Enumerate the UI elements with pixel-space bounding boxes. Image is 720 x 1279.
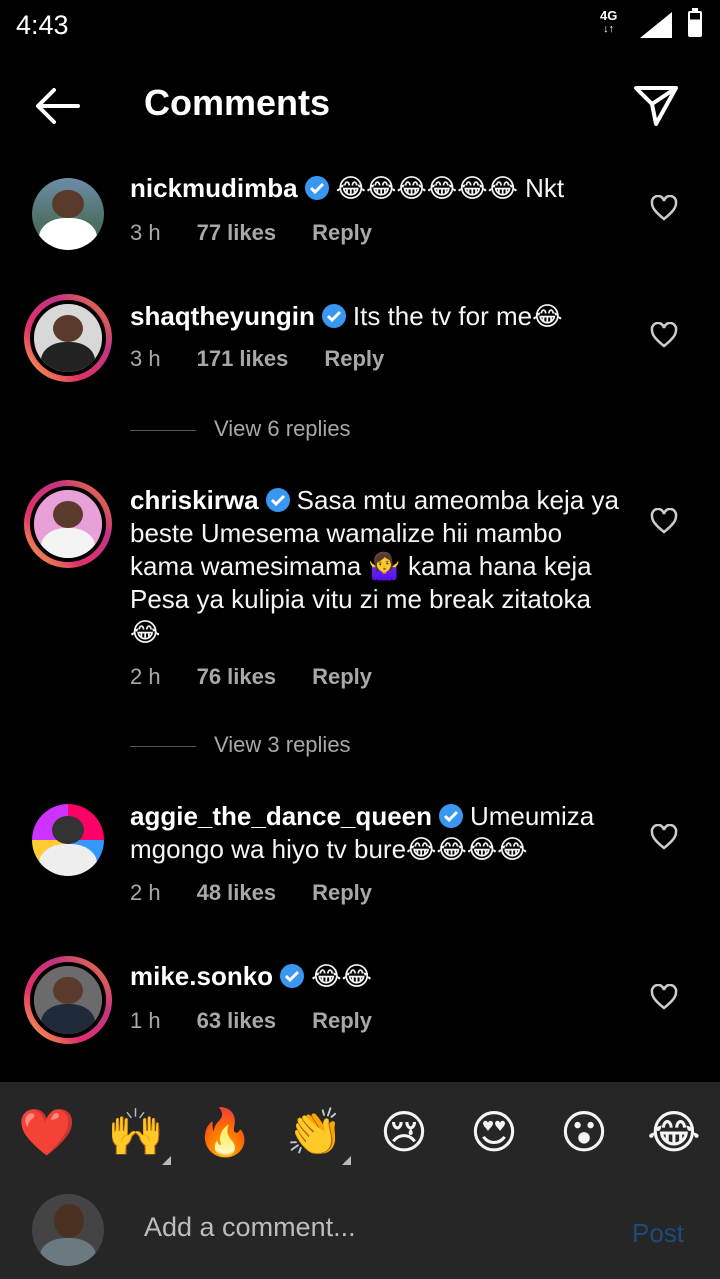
comment-time: 2 h [130, 880, 161, 905]
page-title: Comments [144, 82, 331, 123]
reply-button[interactable]: Reply [312, 1008, 372, 1033]
comment-likes[interactable]: 77 likes [197, 220, 277, 245]
header: Comments [0, 64, 720, 144]
avatar[interactable] [24, 796, 112, 884]
avatar[interactable] [24, 480, 112, 568]
comment-time: 2 h [130, 664, 161, 689]
heart-eyes-emoji-button[interactable]: 😍 [466, 1104, 522, 1160]
heart-icon[interactable] [650, 322, 678, 348]
network-indicator: 4G ↓↑ [600, 8, 618, 35]
back-arrow-icon[interactable] [32, 86, 80, 126]
verified-badge-icon [265, 488, 290, 512]
add-comment-input[interactable] [144, 1212, 584, 1243]
paper-plane-icon[interactable] [632, 82, 680, 128]
skin-tone-indicator-icon [162, 1156, 171, 1165]
comment-meta: 3 h 77 likes Reply [130, 220, 408, 246]
verified-badge-icon [439, 804, 463, 828]
comment-meta: 3 h 171 likes Reply [130, 346, 420, 372]
surprised-face-emoji-button[interactable]: 😮 [556, 1104, 612, 1160]
post-button[interactable]: Post [632, 1218, 684, 1249]
reply-button[interactable]: Reply [312, 664, 372, 689]
heart-icon[interactable] [650, 984, 678, 1010]
current-user-avatar [32, 1194, 104, 1266]
clapping-hands-emoji-button[interactable]: 👏 [286, 1104, 343, 1160]
verified-badge-icon [321, 304, 346, 328]
comment-composer: Post [0, 1182, 720, 1279]
avatar[interactable] [24, 956, 112, 1044]
reply-button[interactable]: Reply [324, 346, 384, 371]
comment-likes[interactable]: 63 likes [197, 1008, 277, 1033]
comment-text: Its the tv for me😂 [352, 301, 563, 331]
emoji-reaction-bar: ❤️ 🙌 🔥 👏 😢 😍 😮 😂 [0, 1082, 720, 1182]
verified-badge-icon [280, 964, 305, 988]
heart-icon[interactable] [650, 195, 678, 221]
avatar[interactable] [24, 170, 112, 258]
comment-time: 3 h [130, 346, 161, 371]
comment-username[interactable]: shaqtheyungin [130, 301, 315, 331]
view-replies-button[interactable]: View 3 replies [130, 732, 351, 758]
comment-text: 😂😂😂😂😂😂 Nkt [335, 173, 565, 203]
tears-of-joy-emoji-button[interactable]: 😂 [646, 1104, 702, 1160]
reply-button[interactable]: Reply [312, 220, 372, 245]
fire-emoji-button[interactable]: 🔥 [196, 1104, 253, 1160]
raising-hands-emoji-button[interactable]: 🙌 [107, 1104, 164, 1160]
comment-username[interactable]: mike.sonko [130, 961, 273, 991]
comment-likes[interactable]: 48 likes [197, 880, 277, 905]
red-heart-emoji-button[interactable]: ❤️ [18, 1104, 75, 1160]
status-bar: 4:43 4G ↓↑ [0, 0, 720, 52]
comment-likes[interactable]: 171 likes [197, 346, 289, 371]
battery-icon [688, 8, 702, 37]
comment-text: 😂😂 [311, 961, 372, 991]
comment-meta: 2 h 48 likes Reply [130, 880, 408, 906]
comment-username[interactable]: nickmudimba [130, 173, 298, 203]
signal-icon [640, 12, 672, 38]
status-time: 4:43 [16, 10, 69, 40]
crying-face-emoji-button[interactable]: 😢 [376, 1104, 432, 1160]
verified-badge-icon [304, 176, 329, 200]
comment-username[interactable]: chriskirwa [130, 485, 259, 515]
comment-time: 3 h [130, 220, 161, 245]
avatar[interactable] [24, 294, 112, 382]
heart-icon[interactable] [650, 824, 678, 850]
reply-button[interactable]: Reply [312, 880, 372, 905]
view-replies-button[interactable]: View 6 replies [130, 416, 351, 442]
skin-tone-indicator-icon [342, 1156, 351, 1165]
comment-meta: 1 h 63 likes Reply [130, 1008, 408, 1034]
comment-meta: 2 h 76 likes Reply [130, 664, 408, 690]
heart-icon[interactable] [650, 508, 678, 534]
comment-username[interactable]: aggie_the_dance_queen [130, 801, 432, 831]
comment-time: 1 h [130, 1008, 161, 1033]
comment-likes[interactable]: 76 likes [197, 664, 277, 689]
